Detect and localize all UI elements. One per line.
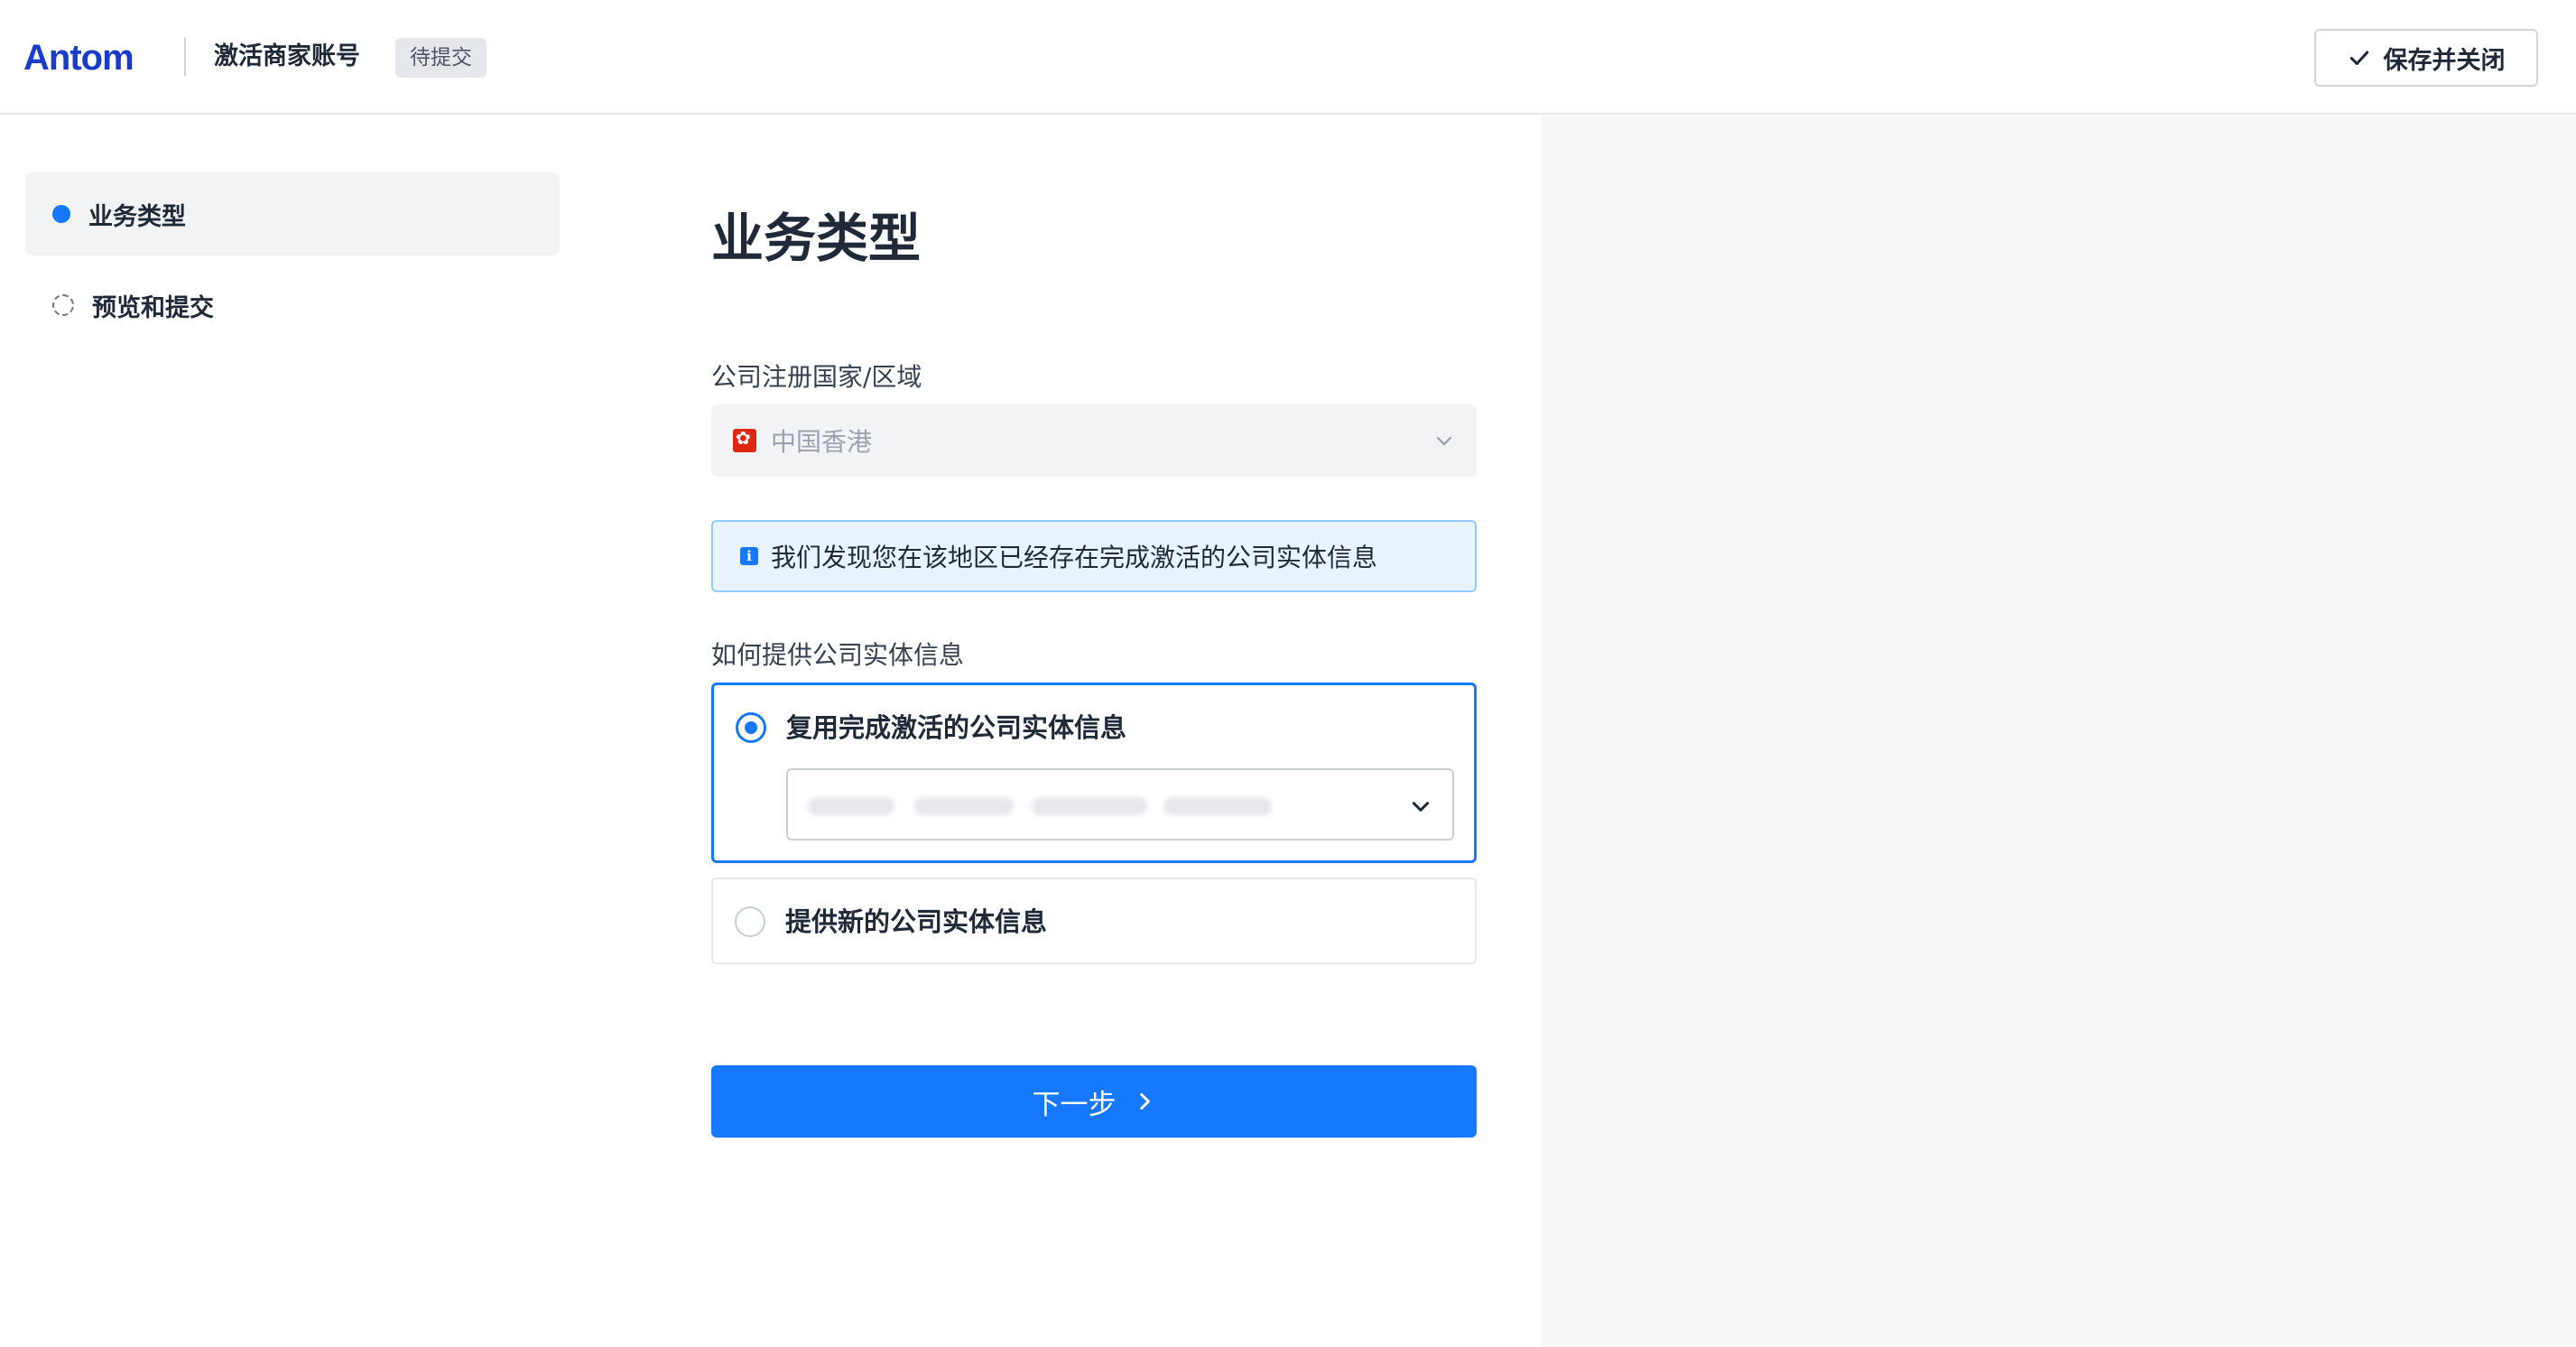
option-label: 复用完成激活的公司实体信息 <box>786 712 1127 743</box>
option-reuse-entity[interactable]: 复用完成激活的公司实体信息 <box>711 683 1477 863</box>
sidebar-item-label: 业务类型 <box>88 202 186 231</box>
info-alert: i 我们发现您在该地区已经存在完成激活的公司实体信息 <box>711 520 1477 592</box>
save-and-close-button[interactable]: 保存并关闭 <box>2314 29 2538 87</box>
step-pending-dashed-circle-icon <box>52 294 74 316</box>
info-alert-text: 我们发现您在该地区已经存在完成激活的公司实体信息 <box>771 543 1378 572</box>
radio-unselected[interactable] <box>735 906 765 937</box>
antom-logo: Antom <box>23 37 134 78</box>
chevron-down-icon <box>1412 802 1430 812</box>
sidebar-item-business-type[interactable]: 业务类型 <box>25 172 560 255</box>
redacted-value <box>1163 797 1272 815</box>
entity-question-label: 如何提供公司实体信息 <box>711 640 965 670</box>
step-active-dot-icon <box>52 205 70 223</box>
option-new-entity[interactable]: 提供新的公司实体信息 <box>711 878 1477 964</box>
next-step-label: 下一步 <box>1032 1088 1117 1121</box>
chevron-down-icon <box>1436 436 1452 446</box>
right-side-panel <box>1542 116 2576 1347</box>
chevron-right-icon <box>1139 1092 1150 1110</box>
status-badge: 待提交 <box>395 38 486 78</box>
redacted-value <box>914 797 1014 815</box>
redacted-value <box>1032 797 1147 815</box>
country-select-value: 中国香港 <box>771 427 873 457</box>
top-header: Antom 激活商家账号 待提交 保存并关闭 <box>0 0 2576 115</box>
radio-selected[interactable] <box>736 712 766 743</box>
info-icon: i <box>740 547 758 565</box>
country-field-label: 公司注册国家/区域 <box>711 362 922 392</box>
existing-entity-select[interactable] <box>786 768 1454 841</box>
redacted-value <box>808 797 894 815</box>
sidebar-item-label: 预览和提交 <box>92 293 214 322</box>
header-divider <box>184 38 186 76</box>
sidebar-item-preview-submit[interactable]: 预览和提交 <box>25 264 560 347</box>
check-icon <box>2349 51 2368 66</box>
header-title: 激活商家账号 <box>214 42 360 70</box>
page-title: 业务类型 <box>711 208 922 269</box>
next-step-button[interactable]: 下一步 <box>711 1065 1477 1138</box>
country-select[interactable]: 中国香港 <box>711 404 1477 477</box>
option-label: 提供新的公司实体信息 <box>785 906 1048 937</box>
hong-kong-flag-icon <box>733 427 756 452</box>
save-and-close-label: 保存并关闭 <box>2383 46 2506 75</box>
